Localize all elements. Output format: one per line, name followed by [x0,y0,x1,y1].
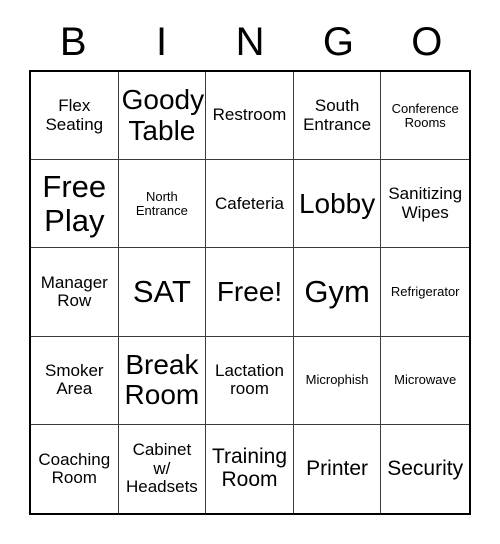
bingo-cell-label: Coaching Room [38,449,111,487]
bingo-cell-label: South Entrance [303,96,372,134]
bingo-cell-r4c4[interactable]: Microphish [293,336,382,425]
bingo-header: BINGO [29,14,471,70]
bingo-cell-label: Printer [306,456,369,480]
bingo-cell-label: Sanitizing Wipes [388,184,463,222]
bingo-cell-label: Microwave [394,372,457,388]
bingo-cell-label: Lobby [298,187,376,219]
bingo-header-letter-o: O [411,20,443,64]
bingo-cell-r4c2[interactable]: Break Room [118,336,207,425]
bingo-cell-label: Manager Row [40,272,108,310]
bingo-cell-label: Lactation room [214,360,284,399]
bingo-cell-r1c1[interactable]: Flex Seating [31,72,119,161]
bingo-cell-r2c3[interactable]: Cafeteria [206,160,294,249]
bingo-cell-r5c5[interactable]: Security [381,425,469,513]
bingo-cell-r3c1[interactable]: Manager Row [31,248,119,337]
bingo-cell-r2c1[interactable]: Free Play [31,160,119,249]
bingo-header-letter-i: I [156,20,168,64]
bingo-cell-r1c2[interactable]: Goody Table [118,72,207,161]
bingo-cell-r3c3[interactable]: Free! [206,248,294,337]
bingo-cell-label: Training Room [211,445,288,491]
bingo-card: B I N G O Flex Seating Goody Table Restroom Sou… [0,0,500,544]
bingo-cell-label: North Entrance [135,188,188,218]
bingo-header-letter-b: B [59,20,87,64]
bingo-cell-label: Break Room [124,348,200,411]
bingo-cell-label: SAT [132,274,191,310]
bingo-cell-r4c1[interactable]: Smoker Area [31,336,119,425]
bingo-cell-r1c3[interactable]: Restroom [206,72,294,161]
bingo-cell-r5c2[interactable]: Cabinet w/ Headsets [119,424,207,513]
bingo-cell-r4c3[interactable]: Lactation room [206,336,294,425]
bingo-header-letter-n: N [235,20,265,64]
bingo-cell-r2c5[interactable]: Sanitizing Wipes [381,160,469,249]
bingo-cell-r5c4[interactable]: Printer [294,424,382,513]
bingo-cell-r4c5[interactable]: Microwave [381,337,469,425]
bingo-cell-label: Security [387,456,464,480]
bingo-grid: Flex Seating Goody Table Restroom South Ent… [29,70,471,515]
bingo-cell-label: Microphish [305,372,369,388]
bingo-cell-r3c2[interactable]: SAT [118,248,207,337]
bingo-cell-label: Flex Seating [45,96,104,134]
bingo-cell-r1c4[interactable]: South Entrance [293,72,382,161]
bingo-cell-r3c4[interactable]: Gym [293,248,382,337]
bingo-cell-label: Gym [304,274,370,310]
bingo-cell-r1c5[interactable]: Conference Rooms [381,72,469,161]
bingo-cell-label: Restroom [212,105,287,125]
bingo-cell-label: Goody Table [121,84,205,146]
bingo-cell-r2c4[interactable]: Lobby [293,160,382,249]
bingo-cell-r5c1[interactable]: Coaching Room [31,424,119,513]
bingo-cell-label: Refrigerator [390,283,460,299]
bingo-cell-label: Cafeteria [215,193,284,213]
bingo-cell-r2c2[interactable]: North Entrance [118,160,207,249]
bingo-cell-label: Smoker Area [45,360,104,399]
bingo-cell-r5c3[interactable]: Training Room [206,424,294,513]
bingo-cell-label: Cabinet w/ Headsets [125,440,198,497]
bingo-cell-label: Free! [216,275,283,307]
bingo-header-letter-g: G [322,20,354,64]
bingo-cell-label: Conference Rooms [391,100,459,130]
bingo-cell-label: Free Play [42,169,107,238]
bingo-cell-r3c5[interactable]: Refrigerator [381,248,469,337]
